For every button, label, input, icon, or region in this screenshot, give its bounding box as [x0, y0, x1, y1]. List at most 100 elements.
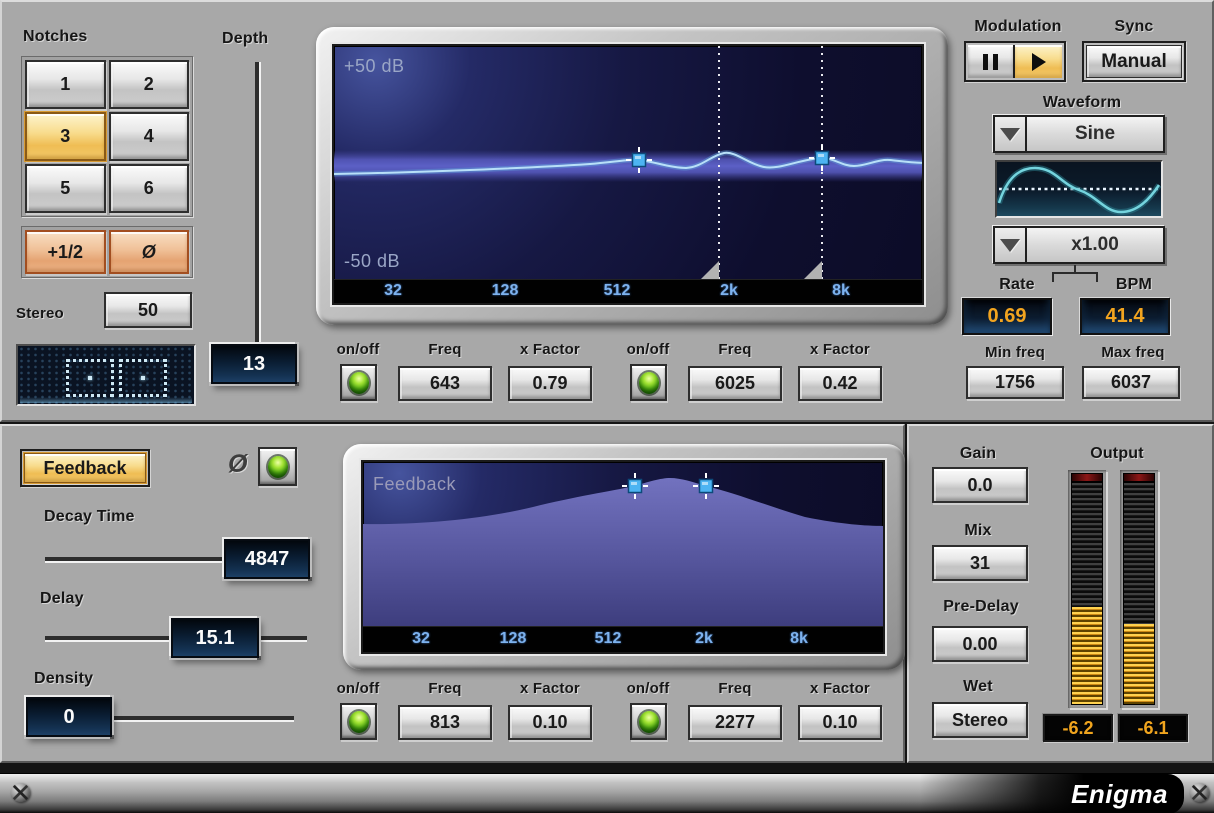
- depth-slider-handle[interactable]: 13: [211, 344, 297, 384]
- rate-bpm-link-icon: [1052, 272, 1098, 282]
- notch-graph-screen[interactable]: +50 dB -50 dB: [332, 44, 924, 305]
- notch-button-1[interactable]: 1: [25, 60, 106, 109]
- feedback-onoff-button[interactable]: [258, 447, 297, 486]
- gain-button[interactable]: 0.0: [932, 467, 1028, 503]
- notch-band1-freq-button[interactable]: 643: [398, 366, 492, 401]
- onoff-label: on/off: [616, 680, 680, 697]
- axis-tick: 128: [500, 630, 527, 648]
- feedback-band1-xfactor-button[interactable]: 0.10: [508, 705, 592, 740]
- predelay-label: Pre-Delay: [928, 598, 1034, 616]
- notch-button-5[interactable]: 5: [25, 164, 106, 213]
- freq-label: Freq: [398, 680, 492, 697]
- feedback-response-plot: [363, 462, 885, 630]
- feedback-button[interactable]: Feedback: [24, 453, 146, 483]
- stereo-matrix-display[interactable]: [16, 344, 196, 406]
- xfactor-label: x Factor: [508, 680, 592, 697]
- feedback-band2-xfactor-button[interactable]: 0.10: [798, 705, 882, 740]
- notch-button-6[interactable]: 6: [109, 164, 190, 213]
- axis-tick: 32: [412, 630, 430, 648]
- stereo-right-square[interactable]: [119, 359, 167, 397]
- xfactor-label: x Factor: [798, 341, 882, 358]
- feedback-band2-freq-button[interactable]: 2277: [688, 705, 782, 740]
- led-on-icon: [639, 372, 659, 394]
- rate-label: Rate: [985, 276, 1049, 294]
- sync-frame: Manual: [1082, 41, 1186, 82]
- decay-time-slider-handle[interactable]: 4847: [224, 539, 310, 579]
- notch-band1-xfactor-button[interactable]: 0.79: [508, 366, 592, 401]
- max-freq-button[interactable]: 6037: [1082, 366, 1180, 399]
- notch-response-plot: [334, 46, 924, 283]
- stereo-value-button[interactable]: 50: [104, 292, 192, 328]
- bpm-display[interactable]: 41.4: [1080, 298, 1170, 335]
- meter-readout-left: -6.2: [1043, 714, 1113, 742]
- feedback-graph-screen[interactable]: Feedback: [361, 460, 885, 654]
- chevron-down-icon[interactable]: [995, 117, 1027, 151]
- freq-label: Freq: [398, 341, 492, 358]
- modulation-label: Modulation: [960, 18, 1076, 36]
- stereo-label: Stereo: [16, 305, 64, 322]
- depth-band: [334, 150, 924, 182]
- notch-band2-xfactor-button[interactable]: 0.42: [798, 366, 882, 401]
- feedback-freq-axis: 32 128 512 2k 8k: [363, 626, 883, 652]
- feedback-band1-freq-button[interactable]: 813: [398, 705, 492, 740]
- notch-band2-onoff-button[interactable]: [630, 364, 667, 401]
- screw-icon: [11, 783, 30, 802]
- phase-button[interactable]: Ø: [109, 230, 190, 274]
- mix-button[interactable]: 31: [932, 545, 1028, 581]
- pause-icon: [983, 54, 998, 70]
- waveform-shape-value: Sine: [1027, 117, 1163, 151]
- chevron-down-icon[interactable]: [995, 228, 1027, 262]
- rate-display[interactable]: 0.69: [962, 298, 1052, 335]
- feedback-band2-onoff-button[interactable]: [630, 703, 667, 740]
- notch-button-grid: 1 2 3 4 5 6: [21, 56, 193, 217]
- feedback-band1-onoff-button[interactable]: [340, 703, 377, 740]
- notch-band1-onoff-button[interactable]: [340, 364, 377, 401]
- density-slider-handle[interactable]: 0: [26, 697, 112, 737]
- axis-tick: 2k: [695, 630, 713, 648]
- onoff-label: on/off: [326, 680, 390, 697]
- screw-icon: [1190, 783, 1209, 802]
- phase-icon[interactable]: Ø: [228, 450, 247, 479]
- waveform-label: Waveform: [1024, 94, 1140, 112]
- rate-multiplier-dropdown[interactable]: x1.00: [993, 226, 1165, 264]
- onoff-label: on/off: [326, 341, 390, 358]
- min-freq-label: Min freq: [968, 344, 1062, 361]
- stereo-left-square[interactable]: [66, 359, 114, 397]
- waveform-shape-dropdown[interactable]: Sine: [993, 115, 1165, 153]
- meter-level-left: [1072, 607, 1102, 704]
- output-meter-right: [1120, 470, 1158, 708]
- meter-level-right: [1124, 624, 1154, 704]
- led-on-icon: [639, 711, 659, 733]
- led-on-icon: [349, 372, 369, 394]
- max-freq-label: Max freq: [1086, 344, 1180, 361]
- notch-button-4[interactable]: 4: [109, 112, 190, 161]
- waveform-display: [995, 160, 1163, 218]
- notch-mod-group: +1/2 Ø: [21, 226, 193, 278]
- plus-half-button[interactable]: +1/2: [25, 230, 106, 274]
- xfactor-label: x Factor: [798, 680, 882, 697]
- xfactor-label: x Factor: [508, 341, 592, 358]
- axis-tick: 32: [384, 282, 402, 300]
- sync-mode-button[interactable]: Manual: [1086, 45, 1182, 78]
- modulation-pause-button[interactable]: [968, 45, 1015, 78]
- notch-band2-freq-button[interactable]: 6025: [688, 366, 782, 401]
- axis-tick: 8k: [832, 282, 850, 300]
- min-freq-button[interactable]: 1756: [966, 366, 1064, 399]
- predelay-button[interactable]: 0.00: [932, 626, 1028, 662]
- clip-indicator-right: [1124, 474, 1154, 483]
- brand-capsule: Enigma: [920, 774, 1184, 813]
- led-on-icon: [349, 711, 369, 733]
- notch-button-2[interactable]: 2: [109, 60, 190, 109]
- meter-readout-right: -6.1: [1118, 714, 1188, 742]
- wet-mode-button[interactable]: Stereo: [932, 702, 1028, 738]
- sine-wave-icon: [997, 162, 1161, 216]
- modulation-play-button[interactable]: [1015, 45, 1062, 78]
- depth-slider-track[interactable]: [255, 62, 259, 384]
- axis-tick: 8k: [790, 630, 808, 648]
- density-label: Density: [34, 670, 93, 688]
- delay-slider-handle[interactable]: 15.1: [171, 618, 259, 658]
- wet-label: Wet: [935, 678, 1021, 696]
- axis-tick: 128: [492, 282, 519, 300]
- axis-tick: 2k: [720, 282, 738, 300]
- notch-button-3-active[interactable]: 3: [25, 112, 106, 161]
